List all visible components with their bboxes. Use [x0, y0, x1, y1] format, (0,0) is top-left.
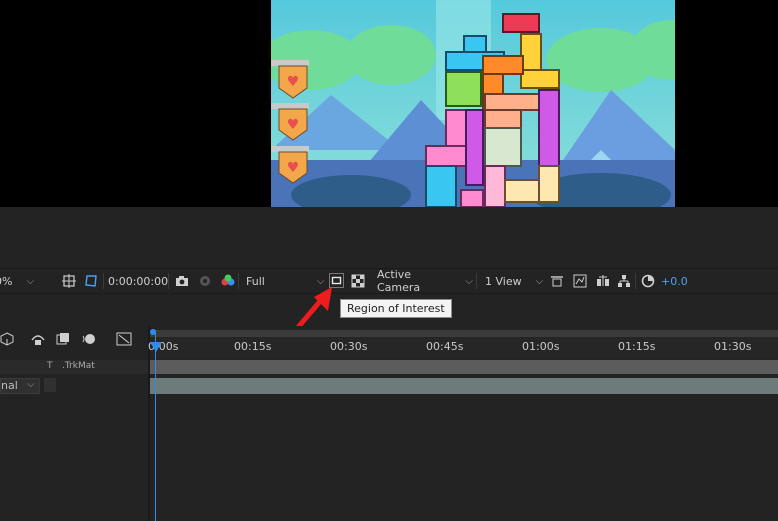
magnification-dropdown[interactable]: 50% ⌵: [0, 272, 52, 290]
divider: [103, 273, 104, 289]
chevron-down-icon: ⌵: [465, 275, 473, 287]
region-of-interest-tooltip: Region of Interest: [340, 299, 452, 318]
graph-editor-icon[interactable]: [116, 332, 132, 349]
blend-mode-dropdown[interactable]: nal ⌵: [0, 378, 40, 394]
exposure-value[interactable]: +0.0: [661, 272, 688, 290]
frame-blending-icon[interactable]: [56, 332, 70, 349]
timecode-value: 0:00:00:00: [108, 274, 169, 288]
ruler-label: 00:15s: [234, 340, 272, 353]
svg-text:♥: ♥: [287, 74, 300, 90]
cti-marker-icon[interactable]: [150, 329, 156, 335]
ruler-label: 01:30s: [714, 340, 752, 353]
viewer-empty-area: [0, 207, 778, 267]
column-trkmat: .TrkMat: [62, 361, 95, 371]
layer-switches-panel: T .TrkMat nal ⌵: [0, 326, 148, 521]
layer-duration-bar-header[interactable]: [150, 360, 778, 374]
divider: [238, 273, 239, 289]
flowchart-icon[interactable]: [617, 274, 631, 288]
show-snapshot-icon[interactable]: [198, 274, 212, 288]
camera-snapshot-icon[interactable]: [175, 274, 189, 288]
divider: [168, 273, 169, 289]
svg-text:♥: ♥: [287, 160, 300, 176]
chevron-down-icon: ⌵: [27, 379, 35, 390]
svg-text:♥: ♥: [287, 117, 300, 133]
viewer-toolbar: 50% ⌵ 0:00:00:00 Full ⌵ Active Camera ⌵ …: [0, 268, 778, 294]
current-time-indicator[interactable]: [155, 330, 156, 521]
work-area-bar[interactable]: [150, 330, 778, 337]
camera-dropdown[interactable]: Active Camera ⌵: [377, 268, 473, 294]
playhead-icon[interactable]: [150, 342, 162, 352]
resolution-value: Full: [246, 274, 265, 288]
views-dropdown[interactable]: 1 View ⌵: [485, 272, 545, 290]
ruler-label: 00:30s: [330, 340, 368, 353]
comp-flowchart-icon[interactable]: [596, 274, 610, 288]
grid-guide-icon[interactable]: [62, 274, 76, 288]
views-value: 1 View: [485, 274, 522, 288]
color-channel-icon[interactable]: [220, 274, 235, 288]
3d-draft-icon[interactable]: [0, 332, 14, 349]
current-time[interactable]: 0:00:00:00: [108, 272, 168, 290]
layer-duration-bar[interactable]: [150, 378, 778, 394]
timeline-toggle-icon[interactable]: [573, 274, 587, 288]
motion-blur-icon[interactable]: [82, 332, 96, 349]
shy-layers-icon[interactable]: [30, 332, 46, 349]
blend-mode-value: nal: [1, 379, 18, 392]
ruler-label: 00:45s: [426, 340, 464, 353]
fast-previews-icon[interactable]: [550, 274, 564, 288]
game-preview-image: ♥ ♥ ♥: [271, 0, 675, 207]
mask-path-icon[interactable]: [84, 274, 98, 288]
reset-exposure-icon[interactable]: [641, 274, 655, 288]
transparency-grid-icon[interactable]: [351, 274, 365, 288]
divider: [635, 273, 636, 289]
composition-frame[interactable]: ♥ ♥ ♥: [271, 0, 675, 207]
magnification-value: 50%: [0, 274, 13, 288]
chevron-down-icon: ⌵: [26, 275, 35, 287]
ruler-label: 01:00s: [522, 340, 560, 353]
divider: [476, 273, 477, 289]
camera-value: Active Camera: [377, 268, 421, 294]
column-t: T: [47, 361, 53, 371]
ruler-label: 01:15s: [618, 340, 656, 353]
trkmat-checkbox[interactable]: [44, 378, 56, 392]
layer-columns-header: T .TrkMat: [0, 360, 148, 374]
chevron-down-icon: ⌵: [535, 275, 544, 287]
